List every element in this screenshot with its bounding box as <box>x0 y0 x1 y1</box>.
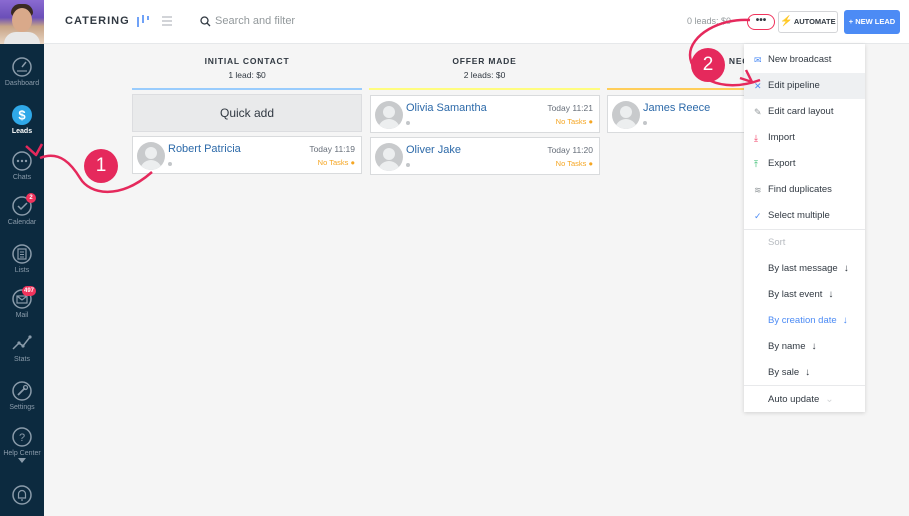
annotation-marker: 1 <box>84 149 118 183</box>
annotation-marker: 2 <box>691 48 725 82</box>
annotation-arrows <box>25 18 761 194</box>
